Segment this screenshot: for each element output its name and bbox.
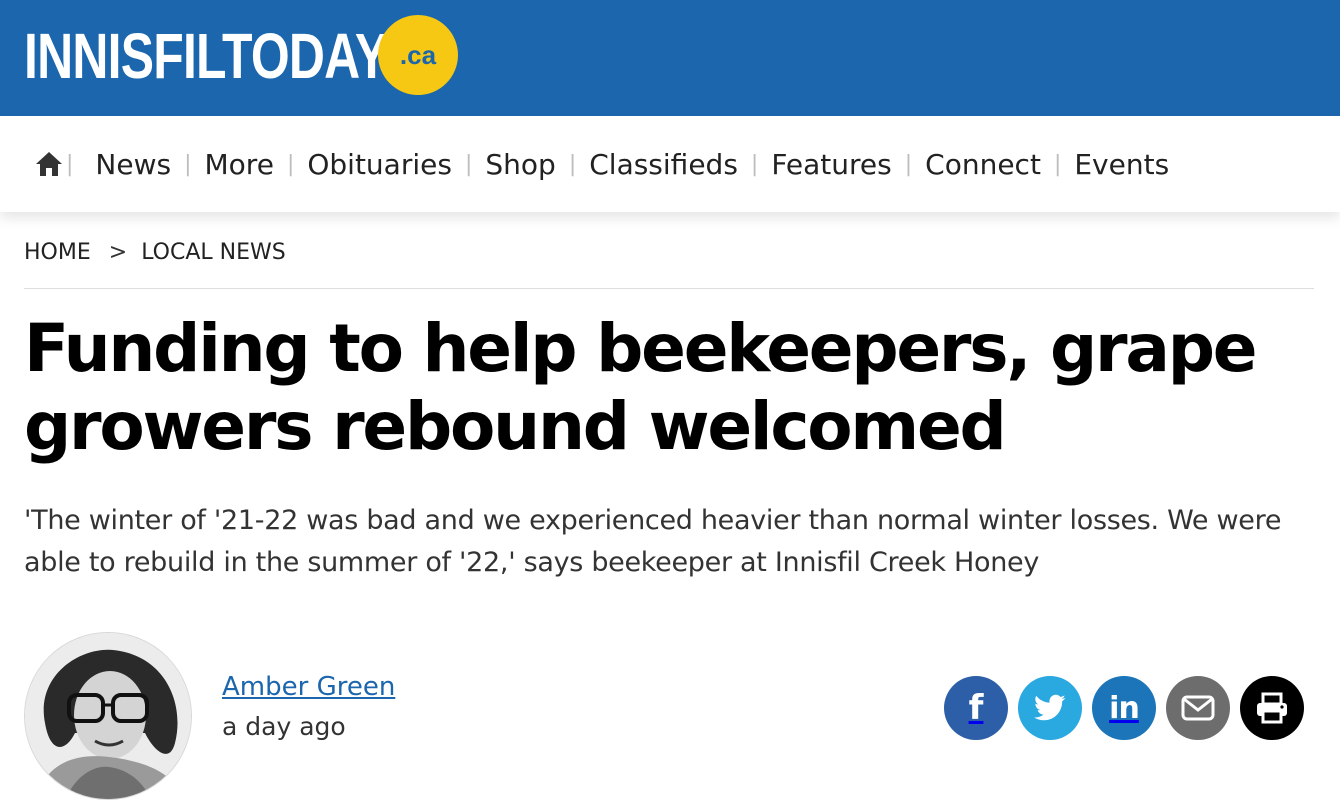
- logo-wordmark: INNISFILTODAY: [24, 20, 388, 92]
- nav-item-features[interactable]: Features: [771, 148, 891, 181]
- home-icon[interactable]: [34, 149, 64, 179]
- nav-separator: |: [66, 151, 74, 177]
- nav-separator: |: [286, 151, 295, 177]
- nav-item-news[interactable]: News: [95, 148, 171, 181]
- nav-item-shop[interactable]: Shop: [485, 148, 555, 181]
- share-twitter-button[interactable]: [1018, 676, 1082, 740]
- author-name-link[interactable]: Amber Green: [222, 672, 395, 702]
- logo-badge: .ca: [378, 15, 458, 95]
- twitter-icon: [1034, 694, 1066, 721]
- share-print-button[interactable]: [1240, 676, 1304, 740]
- share-email-button[interactable]: [1166, 676, 1230, 740]
- site-logo[interactable]: INNISFILTODAY .ca: [24, 14, 490, 98]
- nav-item-connect[interactable]: Connect: [925, 148, 1041, 181]
- share-facebook-button[interactable]: f: [944, 676, 1008, 740]
- site-header: INNISFILTODAY .ca: [0, 0, 1340, 116]
- nav-separator: |: [904, 151, 913, 177]
- nav-separator: |: [568, 151, 577, 177]
- main-nav: | News | More | Obituaries | Shop | Clas…: [0, 116, 1340, 212]
- nav-separator: |: [750, 151, 759, 177]
- author-avatar: [24, 632, 192, 800]
- nav-separator: |: [1053, 151, 1062, 177]
- linkedin-icon: in: [1109, 690, 1140, 726]
- nav-item-classifieds[interactable]: Classifieds: [589, 148, 738, 181]
- nav-separator: |: [464, 151, 473, 177]
- print-icon: [1257, 692, 1287, 724]
- nav-item-obituaries[interactable]: Obituaries: [307, 148, 452, 181]
- email-icon: [1181, 695, 1215, 721]
- nav-item-events[interactable]: Events: [1074, 148, 1169, 181]
- breadcrumb: HOME > LOCAL NEWS: [24, 236, 1314, 268]
- nav-item-more[interactable]: More: [205, 148, 274, 181]
- article-headline: Funding to help beekeepers, grape grower…: [24, 310, 1258, 465]
- breadcrumb-local-news[interactable]: LOCAL NEWS: [141, 240, 286, 265]
- breadcrumb-separator: >: [108, 239, 128, 265]
- breadcrumb-home[interactable]: HOME: [24, 240, 91, 265]
- nav-separator: |: [184, 151, 192, 177]
- article-subhead: 'The winter of '21-22 was bad and we exp…: [24, 505, 1282, 578]
- breadcrumb-divider: [24, 288, 1314, 289]
- facebook-icon: f: [968, 688, 984, 728]
- share-linkedin-button[interactable]: in: [1092, 676, 1156, 740]
- publish-time: a day ago: [222, 712, 346, 741]
